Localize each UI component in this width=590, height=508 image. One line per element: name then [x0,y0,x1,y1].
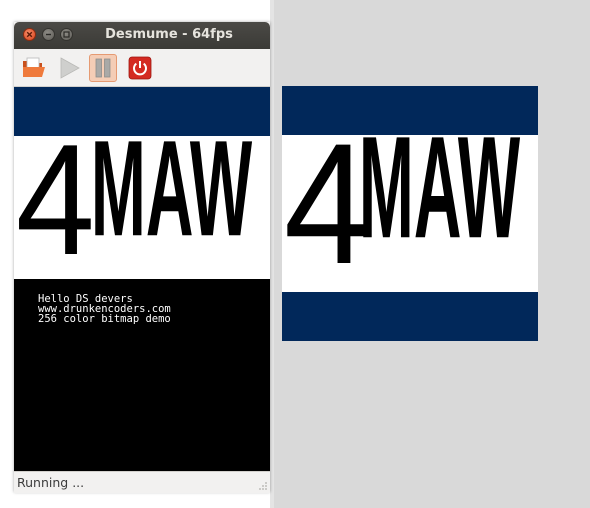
pause-button[interactable] [89,54,117,82]
console-output: Hello DS devers www.drunkencoders.com 256 … [38,294,171,325]
preview-logo-number: 4 [284,135,370,292]
power-icon [128,56,152,80]
4maw-logo: 4 MAW [16,136,252,279]
resize-grip-icon[interactable] [258,481,268,491]
folder-open-icon [23,57,45,77]
maximize-window-button[interactable] [60,28,73,41]
title-bar[interactable]: Desmume - 64fps [14,22,270,49]
logo-letters: MAW [91,136,252,264]
play-icon [60,57,80,79]
console-line: 256 color bitmap demo [38,313,171,325]
preview-4maw-logo: 4 MAW [284,135,521,292]
preview-logo-letters: MAW [359,135,521,268]
close-window-button[interactable] [23,28,36,41]
pause-icon [95,58,111,78]
bottom-screen[interactable]: Hello DS devers www.drunkencoders.com 256 … [14,279,270,471]
top-band [14,87,270,136]
preview-bottom-band [282,292,538,341]
maximize-icon [63,31,70,38]
preview-top-band [282,86,538,135]
top-screen[interactable]: 4 MAW [14,87,270,279]
close-icon [26,31,33,38]
open-rom-button[interactable] [20,54,48,82]
desmume-window: Desmume - 64fps 4 MAW Hello DS devers ww… [14,22,270,493]
run-button[interactable] [55,54,83,82]
quit-button[interactable] [126,54,154,82]
status-bar: Running ... [14,471,270,493]
minimize-window-button[interactable] [42,28,55,41]
bitmap-preview: 4 MAW [282,86,538,341]
status-text: Running ... [17,475,85,490]
toolbar [14,49,270,87]
window-title: Desmume - 64fps [105,27,233,42]
minimize-icon [46,33,51,36]
logo-number: 4 [16,136,95,279]
